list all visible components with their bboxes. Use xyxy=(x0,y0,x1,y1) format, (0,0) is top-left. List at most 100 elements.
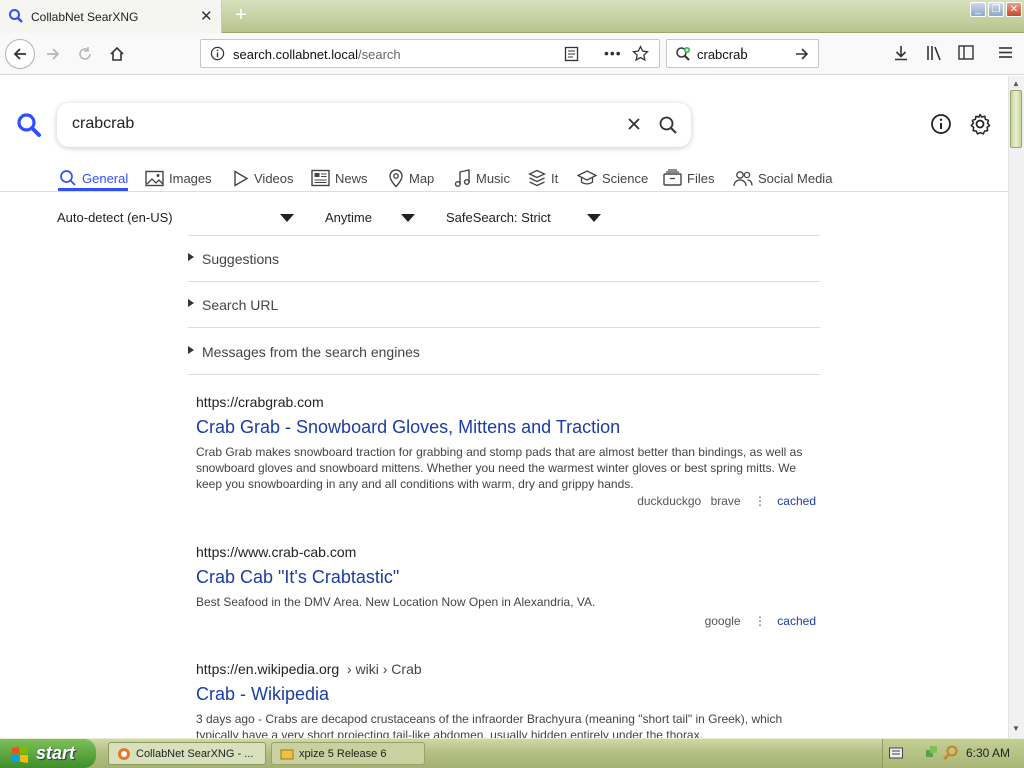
result-breadcrumb: › wiki › Crab xyxy=(346,661,422,677)
folder-app-icon xyxy=(280,749,294,759)
reload-button[interactable] xyxy=(70,39,100,69)
forward-button[interactable] xyxy=(38,39,68,69)
searxng-logo-icon[interactable] xyxy=(16,112,42,143)
result-title-link[interactable]: Crab Grab - Snowboard Gloves, Mittens an… xyxy=(196,417,816,438)
start-button[interactable]: start xyxy=(0,739,96,768)
search-query-input[interactable]: crabcrab xyxy=(72,115,134,133)
clear-query-icon[interactable] xyxy=(627,117,641,136)
category-it[interactable]: It xyxy=(528,167,558,189)
category-news[interactable]: News xyxy=(311,167,368,189)
about-info-icon[interactable] xyxy=(930,113,952,140)
category-map[interactable]: Map xyxy=(388,167,434,189)
search-query-box[interactable]: crabcrab xyxy=(57,103,691,147)
safesearch-select[interactable]: SafeSearch: Strict xyxy=(446,210,551,225)
expand-triangle-icon xyxy=(188,253,194,261)
people-icon xyxy=(733,170,753,186)
category-social-media[interactable]: Social Media xyxy=(733,167,832,189)
expand-triangle-icon xyxy=(188,299,194,307)
network-icon[interactable] xyxy=(925,745,939,764)
time-range-caret-icon[interactable] xyxy=(401,214,415,222)
library-icon[interactable] xyxy=(926,45,943,66)
go-arrow-icon[interactable] xyxy=(794,46,810,67)
scroll-down-icon[interactable]: ▼ xyxy=(1012,724,1020,733)
url-path: /search xyxy=(358,47,401,62)
expand-triangle-icon xyxy=(188,346,194,354)
search-result: https://en.wikipedia.org › wiki › Crab C… xyxy=(196,661,816,738)
result-description: Crab Grab makes snowboard traction for g… xyxy=(196,445,803,491)
category-videos[interactable]: Videos xyxy=(233,167,294,189)
tab-title: CollabNet SearXNG xyxy=(31,10,139,24)
result-url[interactable]: https://www.crab-cab.com xyxy=(196,544,816,560)
sidebar-icon[interactable] xyxy=(958,45,974,65)
result-url-host[interactable]: https://crabgrab.com xyxy=(196,394,324,410)
browser-tab[interactable]: CollabNet SearXNG ✕ xyxy=(0,0,222,33)
page-actions-icon[interactable]: ••• xyxy=(604,45,622,61)
category-label: Social Media xyxy=(758,170,833,186)
bookmark-star-icon[interactable] xyxy=(632,45,649,67)
keyboard-icon[interactable] xyxy=(889,746,903,764)
cached-link[interactable]: cached xyxy=(777,494,816,508)
safesearch-caret-icon[interactable] xyxy=(587,214,601,222)
category-general[interactable]: General xyxy=(59,167,128,189)
category-label: Map xyxy=(409,170,435,186)
play-icon xyxy=(234,169,249,187)
search-tray-icon[interactable] xyxy=(943,745,959,766)
image-icon xyxy=(145,170,164,186)
tab-close-icon[interactable]: ✕ xyxy=(200,7,213,25)
taskbar-item-label: CollabNet SearXNG - ... xyxy=(136,747,254,760)
search-engine-icon[interactable] xyxy=(675,46,691,67)
info-icon[interactable] xyxy=(210,46,225,66)
url-bar[interactable]: search.collabnet.local/search ••• xyxy=(200,39,660,68)
taskbar-item-xpize[interactable]: xpize 5 Release 6 xyxy=(271,742,425,765)
restore-button[interactable]: ❐ xyxy=(988,2,1004,17)
category-label: Videos xyxy=(254,170,294,186)
cached-link[interactable]: cached xyxy=(777,614,816,628)
download-icon[interactable] xyxy=(893,45,909,66)
engine-messages-accordion[interactable]: Messages from the search engines xyxy=(188,329,820,375)
category-label: General xyxy=(82,170,129,186)
result-meta: google ⋮ cached xyxy=(196,614,816,628)
back-button[interactable] xyxy=(5,39,35,69)
new-tab-button[interactable]: + xyxy=(230,4,252,28)
more-vertical-icon[interactable]: ⋮ xyxy=(754,614,766,628)
page-content: crabcrab General Images Videos News Map … xyxy=(0,76,1008,738)
suggestions-accordion[interactable]: Suggestions xyxy=(188,236,820,282)
time-range-select[interactable]: Anytime xyxy=(325,210,372,225)
home-button[interactable] xyxy=(102,39,132,69)
browser-search-box[interactable]: crabcrab I xyxy=(666,39,819,68)
result-url[interactable]: https://en.wikipedia.org › wiki › Crab xyxy=(196,661,816,677)
start-label: start xyxy=(36,743,76,763)
scrollbar-thumb[interactable] xyxy=(1010,90,1022,148)
result-title-link[interactable]: Crab Cab "It's Crabtastic" xyxy=(196,567,816,588)
arrow-left-icon xyxy=(13,48,26,60)
window-close-button[interactable]: ✕ xyxy=(1006,2,1022,17)
result-engine: google xyxy=(704,614,741,628)
scroll-up-icon[interactable]: ▲ xyxy=(1012,79,1020,88)
minimize-button[interactable]: _ xyxy=(970,2,986,17)
result-engine: brave xyxy=(710,494,741,508)
category-science[interactable]: Science xyxy=(577,167,648,189)
category-images[interactable]: Images xyxy=(145,167,212,189)
search-icon xyxy=(60,170,76,186)
search-submit-icon[interactable] xyxy=(658,115,678,140)
map-pin-icon xyxy=(389,168,403,187)
accordion-label: Search URL xyxy=(202,297,279,313)
result-title-link[interactable]: Crab - Wikipedia xyxy=(196,684,816,705)
taskbar-item-browser[interactable]: CollabNet SearXNG - ... xyxy=(108,742,266,765)
search-url-accordion[interactable]: Search URL xyxy=(188,282,820,328)
more-vertical-icon[interactable]: ⋮ xyxy=(754,494,766,508)
result-url-host[interactable]: https://www.crab-cab.com xyxy=(196,544,356,560)
category-music[interactable]: Music xyxy=(454,167,510,189)
vertical-scrollbar[interactable]: ▲ ▼ xyxy=(1008,76,1024,738)
language-select[interactable]: Auto-detect (en-US) xyxy=(57,210,173,225)
result-url[interactable]: https://crabgrab.com xyxy=(196,394,816,410)
result-url-host[interactable]: https://en.wikipedia.org xyxy=(196,661,339,677)
url-text: search.collabnet.local/search xyxy=(233,47,401,62)
hamburger-menu-icon[interactable] xyxy=(998,45,1013,65)
preferences-gear-icon[interactable] xyxy=(968,112,992,141)
category-files[interactable]: Files xyxy=(663,167,714,189)
language-caret-icon[interactable] xyxy=(280,214,294,222)
reader-view-icon[interactable] xyxy=(564,46,579,67)
url-host: search.collabnet.local xyxy=(233,47,359,62)
search-favicon-icon xyxy=(8,8,24,29)
